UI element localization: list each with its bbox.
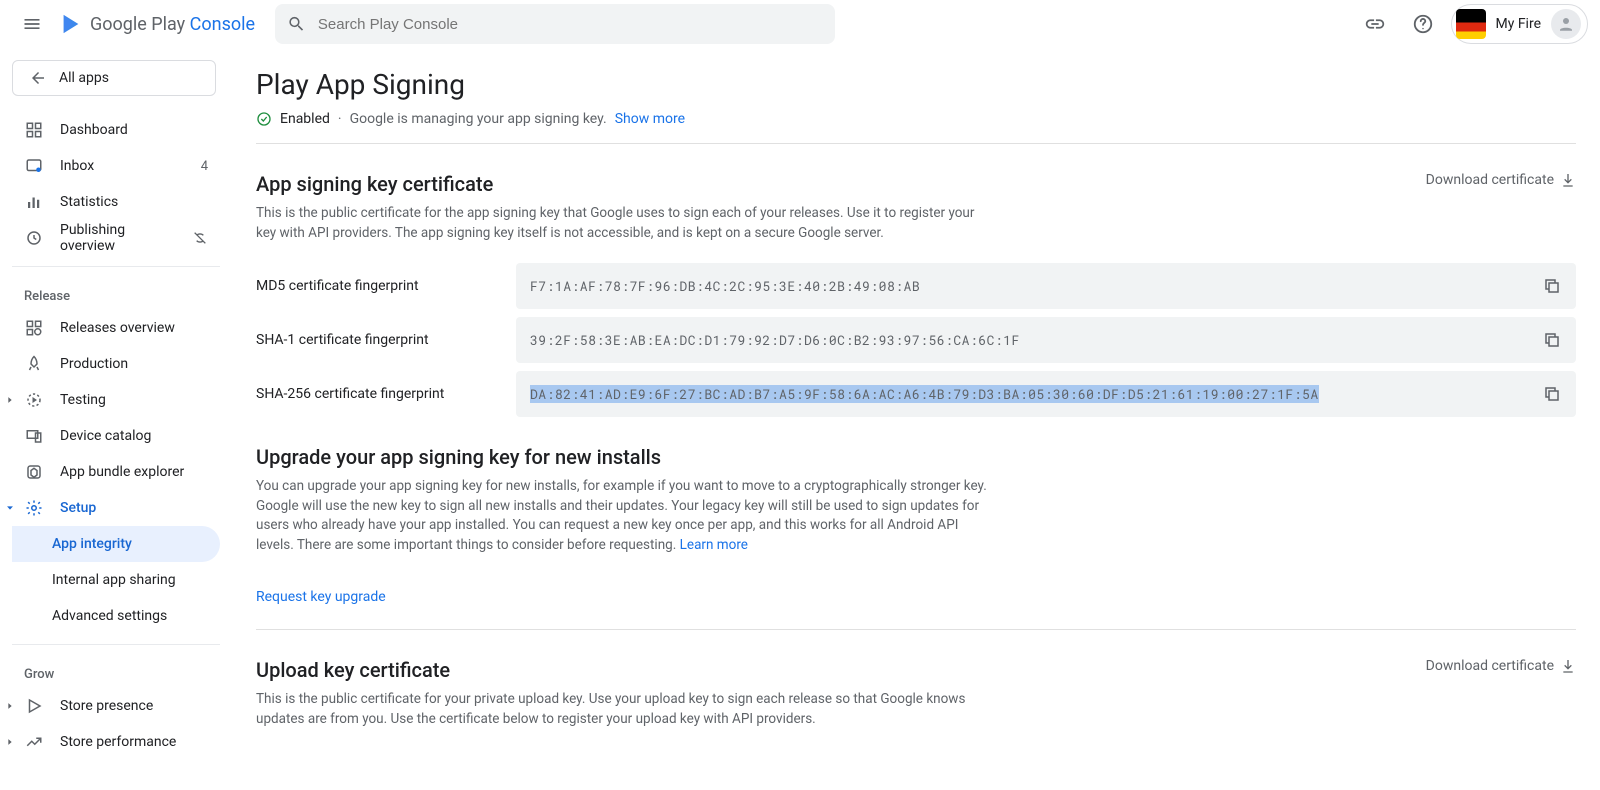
sidebar-item-app-integrity[interactable]: App integrity (12, 526, 220, 562)
fingerprint-md5-row: MD5 certificate fingerprint F7:1A:AF:78:… (256, 263, 1576, 309)
inbox-icon (25, 157, 43, 175)
sha1-label: SHA-1 certificate fingerprint (256, 332, 516, 348)
stats-icon (25, 193, 43, 211)
sidebar-item-releases-overview[interactable]: Releases overview (12, 310, 220, 346)
sidebar-item-advanced-settings[interactable]: Advanced settings (12, 598, 220, 634)
rocket-icon (25, 355, 43, 373)
trend-icon (25, 733, 43, 751)
status-enabled: Enabled (280, 111, 330, 127)
fingerprint-sha1-row: SHA-1 certificate fingerprint 39:2F:58:3… (256, 317, 1576, 363)
copy-md5-button[interactable] (1538, 272, 1566, 300)
section-title-upload: Upload key certificate (256, 658, 450, 682)
dashboard-icon (25, 121, 43, 139)
store-icon (25, 697, 43, 715)
download-icon (1560, 658, 1576, 674)
sidebar-item-device-catalog[interactable]: Device catalog (12, 418, 220, 454)
sidebar-item-statistics[interactable]: Statistics (12, 184, 220, 220)
section-title-upgrade: Upgrade your app signing key for new ins… (256, 445, 661, 469)
sidebar-item-publishing-overview[interactable]: Publishing overview (12, 220, 220, 256)
page-title: Play App Signing (256, 68, 1576, 101)
sha256-label: SHA-256 certificate fingerprint (256, 386, 516, 402)
copy-icon (1543, 385, 1561, 403)
play-icon (60, 13, 82, 35)
copy-icon (1543, 277, 1561, 295)
hamburger-icon (22, 14, 42, 34)
help-button[interactable] (1403, 4, 1443, 44)
profile-icon (1551, 9, 1581, 39)
chevron-right-icon (5, 701, 15, 711)
sidebar-item-app-bundle-explorer[interactable]: App bundle explorer (12, 454, 220, 490)
link-icon (1364, 13, 1386, 35)
sidebar-item-internal-app-sharing[interactable]: Internal app sharing (12, 562, 220, 598)
logo[interactable]: Google Play Console (60, 13, 255, 35)
sha256-value: DA:82:41:AD:E9:6F:27:BC:AD:B7:A5:9F:58:6… (516, 371, 1576, 417)
account-avatar (1456, 9, 1486, 39)
section-grow: Grow (12, 655, 220, 688)
section-desc-signing: This is the public certificate for the a… (256, 204, 996, 243)
account-switcher[interactable]: My Fire (1451, 4, 1589, 44)
chevron-right-icon (5, 737, 15, 747)
search-input[interactable] (318, 16, 823, 33)
search-bar[interactable] (275, 4, 835, 44)
section-title-signing: App signing key certificate (256, 172, 493, 196)
check-circle-icon (256, 111, 272, 127)
main-content: Play App Signing Enabled · Google is man… (232, 48, 1600, 790)
inbox-badge: 4 (201, 159, 208, 174)
md5-value: F7:1A:AF:78:7F:96:DB:4C:2C:95:3E:40:2B:4… (516, 263, 1576, 309)
bundle-icon (25, 463, 43, 481)
download-upload-cert-button[interactable]: Download certificate (1426, 658, 1576, 674)
section-desc-upload: This is the public certificate for your … (256, 690, 996, 729)
logo-text: Google Play Console (90, 14, 255, 35)
status-text: Google is managing your app signing key. (350, 111, 607, 127)
section-release: Release (12, 277, 220, 310)
sidebar-item-setup[interactable]: Setup (12, 490, 220, 526)
account-name: My Fire (1496, 16, 1542, 32)
sidebar-item-inbox[interactable]: Inbox 4 (12, 148, 220, 184)
sidebar-item-store-performance[interactable]: Store performance (12, 724, 220, 760)
gear-icon (25, 499, 43, 517)
sidebar-item-production[interactable]: Production (12, 346, 220, 382)
sync-off-icon (192, 230, 208, 246)
copy-sha256-button[interactable] (1538, 380, 1566, 408)
arrow-left-icon (29, 69, 47, 87)
chevron-right-icon (5, 395, 15, 405)
copy-icon (1543, 331, 1561, 349)
download-cert-button[interactable]: Download certificate (1426, 172, 1576, 188)
section-desc-upgrade: You can upgrade your app signing key for… (256, 477, 996, 555)
publish-icon (25, 229, 43, 247)
request-key-upgrade-link[interactable]: Request key upgrade (256, 589, 386, 605)
all-apps-label: All apps (59, 70, 109, 86)
all-apps-button[interactable]: All apps (12, 60, 216, 96)
sidebar-item-testing[interactable]: Testing (12, 382, 220, 418)
devices-icon (25, 427, 43, 445)
chevron-down-icon (5, 503, 15, 513)
md5-label: MD5 certificate fingerprint (256, 278, 516, 294)
copy-sha1-button[interactable] (1538, 326, 1566, 354)
help-icon (1412, 13, 1434, 35)
show-more-link[interactable]: Show more (615, 111, 685, 127)
learn-more-link[interactable]: Learn more (680, 537, 748, 553)
search-icon (287, 14, 306, 34)
status-row: Enabled · Google is managing your app si… (256, 111, 1576, 144)
releases-icon (25, 319, 43, 337)
link-button[interactable] (1355, 4, 1395, 44)
sidebar: All apps Dashboard Inbox 4 Statistics Pu… (0, 48, 232, 790)
menu-button[interactable] (12, 4, 52, 44)
sha1-value: 39:2F:58:3E:AB:EA:DC:D1:79:92:D7:D6:0C:B… (516, 317, 1576, 363)
sidebar-item-store-presence[interactable]: Store presence (12, 688, 220, 724)
sidebar-item-dashboard[interactable]: Dashboard (12, 112, 220, 148)
fingerprint-sha256-row: SHA-256 certificate fingerprint DA:82:41… (256, 371, 1576, 417)
download-icon (1560, 172, 1576, 188)
app-header: Google Play Console My Fire (0, 0, 1600, 48)
flask-icon (25, 391, 43, 409)
